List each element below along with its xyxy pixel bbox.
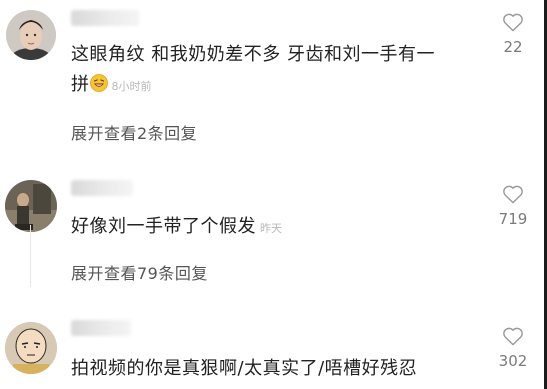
like-count: 302 — [498, 352, 528, 370]
comment-text-line: 这眼角纹 和我奶奶差不多 牙齿和刘一手有一 — [71, 44, 435, 65]
username-blurred — [71, 320, 131, 336]
comment-list: 这眼角纹 和我奶奶差不多 牙齿和刘一手有一 拼 8小时前 展开查看2条回复 22 — [0, 0, 547, 389]
avatar[interactable] — [6, 10, 56, 60]
comment-timestamp: 昨天 — [260, 222, 282, 235]
username-blurred — [71, 180, 133, 196]
comment-text-continued: 拼 — [71, 74, 90, 95]
comment-text-line: 拼 8小时前 — [71, 70, 467, 102]
like-count: 22 — [503, 38, 523, 56]
comment-timestamp: 8小时前 — [111, 80, 152, 93]
comment-text: 拍视频的你是真狠啊/太真实了/唔槽好残忍 — [71, 354, 467, 384]
comment-text: 好像刘一手带了个假发 昨天 — [71, 212, 467, 244]
expand-replies-link[interactable]: 展开查看2条回复 — [71, 120, 197, 144]
comment-text-line: 拍视频的你是真狠啊/太真实了/唔槽好残忍 — [71, 358, 418, 379]
expand-replies-link[interactable]: 展开查看79条回复 — [71, 260, 208, 284]
heart-outline-icon — [493, 326, 533, 346]
heart-outline-icon — [493, 184, 533, 204]
comment-item: 这眼角纹 和我奶奶差不多 牙齿和刘一手有一 拼 8小时前 展开查看2条回复 22 — [0, 0, 547, 160]
like-button[interactable]: 22 — [493, 12, 533, 56]
like-button[interactable]: 302 — [493, 326, 533, 370]
heart-outline-icon — [493, 12, 533, 32]
avatar[interactable] — [5, 322, 57, 374]
like-button[interactable]: 719 — [493, 184, 533, 228]
avatar[interactable] — [5, 180, 57, 232]
laughing-emoji-icon — [89, 72, 108, 92]
thread-divider — [30, 225, 31, 287]
comment-item: 好像刘一手带了个假发 昨天 展开查看79条回复 719 — [0, 170, 547, 300]
like-count: 719 — [498, 210, 528, 228]
comment-item: 拍视频的你是真狠啊/太真实了/唔槽好残忍 302 — [0, 312, 547, 389]
username-blurred — [71, 10, 139, 26]
comment-text-line: 好像刘一手带了个假发 — [71, 216, 256, 237]
comment-text: 这眼角纹 和我奶奶差不多 牙齿和刘一手有一 拼 8小时前 — [71, 40, 467, 102]
